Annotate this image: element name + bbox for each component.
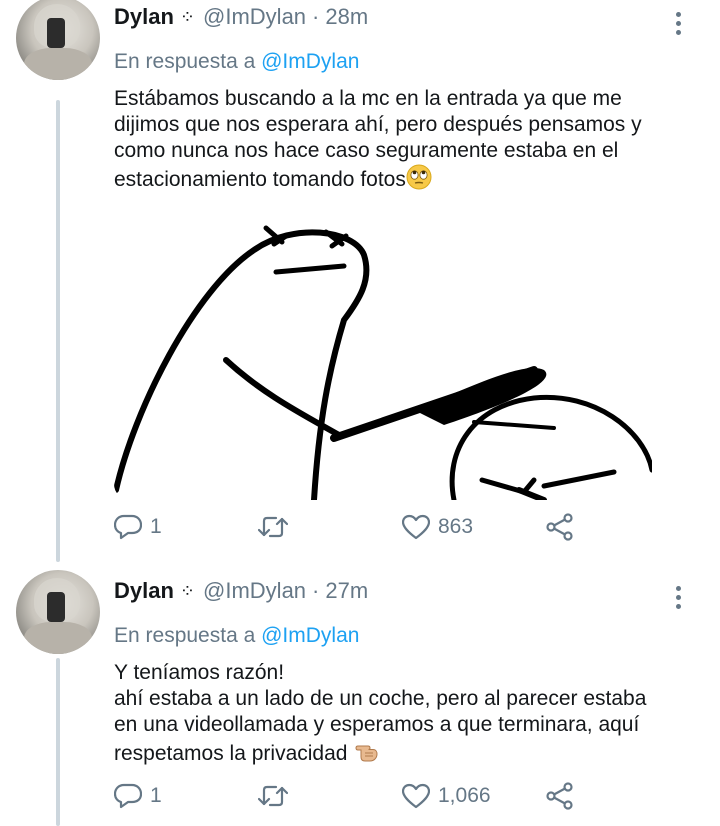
share-button[interactable] xyxy=(546,780,574,812)
tweet[interactable]: Dylan ⁘ @ImDylan · 27m En respuesta a @I… xyxy=(0,566,720,826)
badge-icon: ⁘ xyxy=(179,580,196,601)
tweet-text-line: respetamos la privacidad xyxy=(114,742,348,765)
reply-context: En respuesta a @ImDylan xyxy=(114,624,359,648)
tweet-actions: 1 863 xyxy=(114,511,594,543)
retweet-button[interactable] xyxy=(258,511,296,543)
tweet-header: Dylan ⁘ @ImDylan · 27m xyxy=(114,576,368,606)
author-name[interactable]: Dylan xyxy=(114,578,174,604)
like-button[interactable]: 1,066 xyxy=(402,780,491,812)
author-name[interactable]: Dylan xyxy=(114,4,174,30)
tweet-text-line: Y teníamos razón! xyxy=(114,661,285,684)
tweet-media-image[interactable] xyxy=(114,210,652,500)
like-count: 1,066 xyxy=(438,784,491,807)
share-icon xyxy=(546,782,573,810)
separator: · xyxy=(312,4,320,29)
flork-bat-meme-drawing xyxy=(114,210,652,500)
more-options-icon[interactable] xyxy=(674,12,682,35)
hand-pointing-left-emoji-icon xyxy=(353,738,379,771)
rolling-eyes-emoji-icon xyxy=(406,164,432,197)
tweet-header: Dylan ⁘ @ImDylan · 28m xyxy=(114,2,368,32)
retweet-icon xyxy=(258,516,288,538)
retweet-icon xyxy=(258,785,288,807)
reply-button[interactable]: 1 xyxy=(114,780,162,812)
reply-prefix: En respuesta a xyxy=(114,50,256,73)
badge-icon: ⁘ xyxy=(179,6,196,27)
like-button[interactable]: 863 xyxy=(402,511,473,543)
reply-mention-link[interactable]: @ImDylan xyxy=(261,624,359,647)
tweet-text-line: en una videollamada y esperamos a que te… xyxy=(114,713,640,736)
reply-button[interactable]: 1 xyxy=(114,511,162,543)
reply-count: 1 xyxy=(150,784,162,807)
author-handle[interactable]: @ImDylan xyxy=(203,578,306,604)
tweet-text-line: Estábamos buscando a la mc en la entrada… xyxy=(114,87,622,110)
like-count: 863 xyxy=(438,515,474,538)
avatar[interactable] xyxy=(16,570,100,654)
retweet-button[interactable] xyxy=(258,780,296,812)
heart-icon xyxy=(402,514,430,540)
tweet-text-line: estacionamiento tomando fotos xyxy=(114,168,406,191)
heart-icon xyxy=(402,783,430,809)
tweet-text-line: como nunca nos hace caso seguramente est… xyxy=(114,139,619,162)
avatar[interactable] xyxy=(16,0,100,80)
share-button[interactable] xyxy=(546,511,574,543)
share-icon xyxy=(546,513,573,541)
reply-prefix: En respuesta a xyxy=(114,624,256,647)
separator: · xyxy=(312,578,320,603)
more-options-icon[interactable] xyxy=(674,586,682,609)
tweet-actions: 1 1,066 xyxy=(114,780,594,812)
tweet-text: Estábamos buscando a la mc en la entrada… xyxy=(114,86,694,197)
tweet-text: Y teníamos razón! ahí estaba a un lado d… xyxy=(114,660,694,771)
tweet[interactable]: Dylan ⁘ @ImDylan · 28m En respuesta a @I… xyxy=(0,0,720,560)
reply-icon xyxy=(114,783,142,809)
tweet-text-line: dijimos que nos esperara ahí, pero despu… xyxy=(114,113,642,136)
timestamp[interactable]: 28m xyxy=(325,4,368,30)
timestamp[interactable]: 27m xyxy=(325,578,368,604)
reply-count: 1 xyxy=(150,515,162,538)
reply-context: En respuesta a @ImDylan xyxy=(114,50,359,74)
author-handle[interactable]: @ImDylan xyxy=(203,4,306,30)
tweet-text-line: ahí estaba a un lado de un coche, pero a… xyxy=(114,687,647,710)
reply-mention-link[interactable]: @ImDylan xyxy=(261,50,359,73)
reply-icon xyxy=(114,514,142,540)
